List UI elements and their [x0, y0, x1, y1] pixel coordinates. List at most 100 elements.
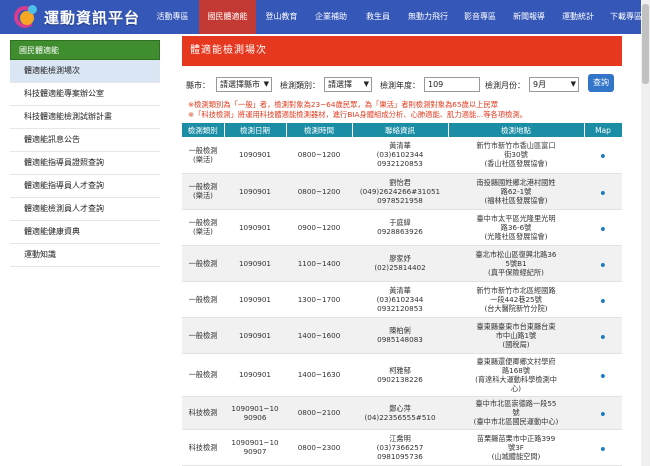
- scrollbar-thumb[interactable]: [642, 4, 649, 84]
- map-pin-icon[interactable]: ⬤: [601, 410, 606, 417]
- nav-item-news[interactable]: 新聞報導: [505, 0, 553, 34]
- cell-time: 0900~1200: [286, 209, 352, 246]
- cell-contact: 柯雅郁 0902138226: [352, 353, 448, 397]
- table-row: 一般檢測 1090901 1100~1400 廖家妤 (02)25814402 臺北市松…: [182, 245, 622, 282]
- sidebar-item-tech-pilot[interactable]: 科技體適能檢測試辦計畫: [10, 106, 160, 129]
- year-input[interactable]: 109: [424, 77, 480, 92]
- cell-type: 一般檢測: [182, 281, 224, 318]
- type-select[interactable]: 請選擇 ▼: [324, 77, 372, 92]
- cell-contact: 廖家妤 (02)25814402: [352, 245, 448, 282]
- col-header-time: 檢測時間: [286, 123, 353, 137]
- page-title: 體適能檢測場次: [182, 36, 622, 66]
- nav-item-lifeguard[interactable]: 救生員: [357, 0, 399, 34]
- table-header-row: 檢測類別 檢測日期 檢測時間 聯絡資訊 檢測地點 Map: [182, 123, 623, 137]
- month-select[interactable]: 9月 ▼: [529, 77, 579, 92]
- sidebar-item-health-dictionary[interactable]: 體適能健康資典: [10, 221, 160, 244]
- nav-item-statistics[interactable]: 運動統計: [555, 0, 601, 34]
- table-row: 一般檢測 1090901 1400~1600 陳柏俐 0985148083 臺東縣臺東市…: [182, 317, 622, 354]
- cell-type: 一般檢測 (樂活): [182, 137, 224, 174]
- cell-time: 1100~1400: [286, 245, 352, 282]
- cell-contact: 鄭心萍 (04)22356555#510: [352, 396, 448, 430]
- col-header-contact: 聯絡資訊: [352, 123, 449, 137]
- query-button[interactable]: 查詢: [588, 74, 614, 92]
- chevron-down-icon: ▼: [570, 80, 576, 88]
- cell-location: 新竹市新竹市北區經國路 一段442巷25號 (台大醫院新竹分院): [448, 281, 584, 318]
- cell-location: 南投縣國姓鄉北港村國姓 路62-1號 (福林社區發展協會): [448, 173, 584, 210]
- col-header-location: 檢測地點: [448, 123, 585, 137]
- type-select-value: 請選擇: [328, 80, 352, 89]
- sidebar-item-test-sessions[interactable]: 體適能檢測場次: [10, 60, 160, 83]
- notes: ※檢測類別為「一般」者，檢測對象為23~64歲民眾，為「樂活」者則檢測對象為65…: [182, 100, 622, 120]
- table-row: 一般檢測 (樂活) 1090901 0800~1200 劉怡君 (049)262426…: [182, 173, 622, 210]
- chevron-down-icon: ▼: [263, 80, 269, 88]
- cell-time: 1400~1630: [286, 353, 352, 397]
- sidebar-header: 國民體適能: [10, 40, 160, 60]
- sidebar-item-instructor-search[interactable]: 體適能指導員人才查詢: [10, 175, 160, 198]
- map-pin-icon[interactable]: ⬤: [601, 261, 606, 268]
- sidebar-item-sports-knowledge[interactable]: 運動知識: [10, 244, 160, 267]
- cell-map: ⬤: [584, 245, 622, 282]
- cell-map: ⬤: [584, 317, 622, 354]
- cell-location: 臺中市北區崇德路一段55 號 (臺中市北區國民運動中心): [448, 396, 584, 430]
- cell-location: 臺東縣臺東市台東縣台東 市中山路1號 (國稅局): [448, 317, 584, 354]
- nav-item-unpowered-flight[interactable]: 無動力飛行: [401, 0, 455, 34]
- cell-time: 0800~2100: [286, 396, 352, 430]
- cell-location: 新竹市新竹市香山區富口 街30號 (香山社區發展協會): [448, 137, 584, 174]
- cell-map: ⬤: [584, 396, 622, 430]
- map-pin-icon[interactable]: ⬤: [601, 333, 606, 340]
- cell-time: 1400~1600: [286, 317, 352, 354]
- sidebar-item-announcements[interactable]: 體適能訊息公告: [10, 129, 160, 152]
- col-header-type: 檢測類別: [182, 123, 225, 137]
- site-logo[interactable]: 運動資訊平台: [12, 2, 140, 32]
- cell-date: 1090901: [224, 173, 286, 210]
- sidebar-item-instructor-license[interactable]: 體適能指導員證照查詢: [10, 152, 160, 175]
- cell-time: 0800~2300: [286, 429, 352, 466]
- table-row: 一般檢測 (樂活) 1090901 0900~1200 于庭緯 0928863926 臺…: [182, 209, 622, 246]
- cell-date: 1090901: [224, 317, 286, 354]
- nav-item-corporate-subsidy[interactable]: 企業補助: [307, 0, 355, 34]
- cell-type: 科技檢測: [182, 429, 224, 466]
- cell-date: 1090901: [224, 137, 286, 174]
- col-header-date: 檢測日期: [224, 123, 287, 137]
- cell-type: 一般檢測: [182, 317, 224, 354]
- month-select-value: 9月: [533, 80, 547, 89]
- cell-contact: 于庭緯 0928863926: [352, 209, 448, 246]
- table-row: 科技檢測 1090901~10 90906 0800~2100 鄭心萍 (04)223…: [182, 396, 622, 430]
- cell-location: 臺中市太平區光隆里光明 路36-6號 (光隆社區發展協會): [448, 209, 584, 246]
- cell-map: ⬤: [584, 137, 622, 174]
- map-pin-icon[interactable]: ⬤: [601, 189, 606, 196]
- map-pin-icon[interactable]: ⬤: [601, 445, 606, 452]
- top-nav: 活動專區 國民體適能 登山教育 企業補助 救生員 無動力飛行 影音專區 新聞報導…: [150, 0, 649, 34]
- nav-item-activities[interactable]: 活動專區: [150, 0, 195, 34]
- map-pin-icon[interactable]: ⬤: [601, 152, 606, 159]
- nav-item-hiking[interactable]: 登山教育: [258, 0, 305, 34]
- cell-type: 一般檢測 (樂活): [182, 209, 224, 246]
- cell-contact: 劉怡君 (049)2624266#31051 0978521958: [352, 173, 448, 210]
- sidebar-item-tester-search[interactable]: 體適能檢測員人才查詢: [10, 198, 160, 221]
- page-scrollbar[interactable]: [641, 0, 650, 466]
- sessions-table: 檢測類別 檢測日期 檢測時間 聯絡資訊 檢測地點 Map 一般檢測 (樂活) 10…: [182, 123, 623, 466]
- nav-item-media[interactable]: 影音專區: [457, 0, 503, 34]
- cell-date: 1090901: [224, 245, 286, 282]
- map-pin-icon[interactable]: ⬤: [601, 372, 606, 379]
- cell-date: 1090901~10 90907: [224, 429, 286, 466]
- table-row: 一般檢測 (樂活) 1090901 0800~1200 黃清華 (03)6102344…: [182, 137, 622, 174]
- map-pin-icon[interactable]: ⬤: [601, 297, 606, 304]
- city-select[interactable]: 請選擇縣市 ▼: [216, 77, 272, 92]
- cell-time: 1300~1700: [286, 281, 352, 318]
- cell-date: 1090901: [224, 209, 286, 246]
- chevron-down-icon: ▼: [363, 80, 369, 88]
- sidebar-item-tech-office[interactable]: 科技體適能專案辦公室: [10, 83, 160, 106]
- cell-date: 1090901~10 90906: [224, 396, 286, 430]
- filter-bar: 縣市： 請選擇縣市 ▼ 檢測類別： 請選擇 ▼ 檢測年度： 109 檢測月份： 9月…: [182, 74, 622, 100]
- col-header-map: Map: [584, 123, 623, 137]
- nav-item-national-fitness[interactable]: 國民體適能: [199, 0, 256, 34]
- cell-contact: 陳柏俐 0985148083: [352, 317, 448, 354]
- note-tech: ※「科技檢測」將運用科技體適能檢測器材，進行BIA身體組成分析、心肺適能、肌力適…: [188, 110, 527, 119]
- cell-map: ⬤: [584, 353, 622, 397]
- cell-map: ⬤: [584, 173, 622, 210]
- logo-text: 運動資訊平台: [44, 8, 141, 27]
- table-row: 一般檢測 1090901 1400~1630 柯雅郁 0902138226 臺東縣還便卿…: [182, 353, 622, 397]
- map-pin-icon[interactable]: ⬤: [601, 225, 606, 232]
- cell-type: 一般檢測: [182, 353, 224, 397]
